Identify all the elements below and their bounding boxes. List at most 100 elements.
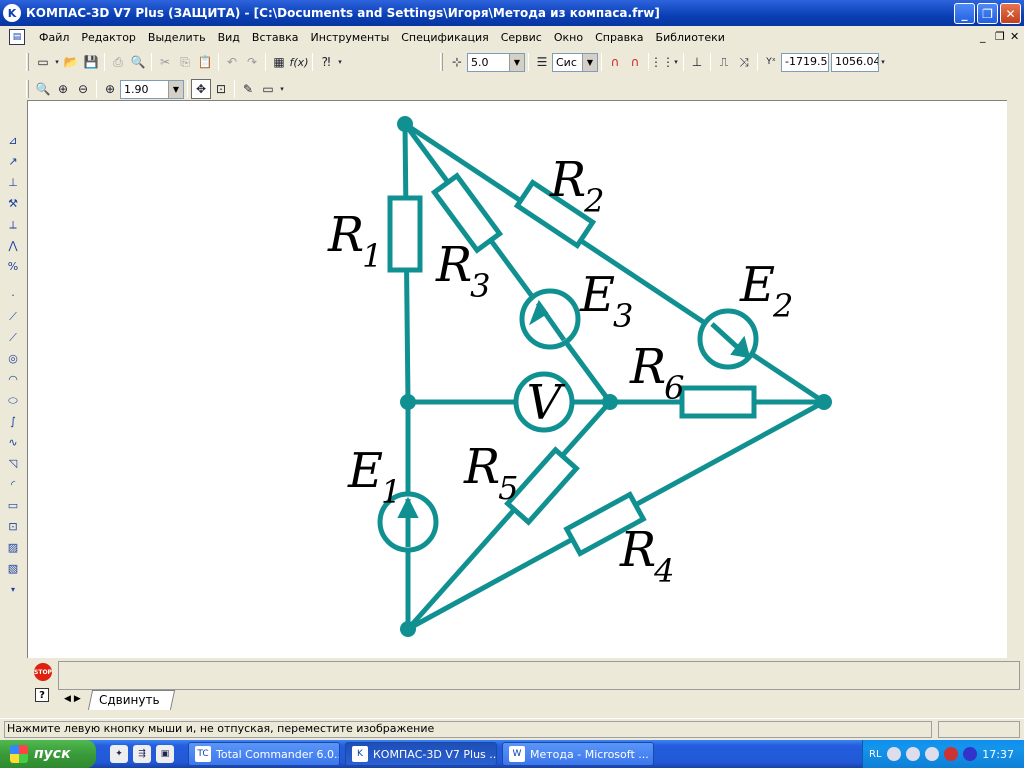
zoom-select[interactable]: 1.90 ▼ (120, 79, 184, 99)
edit-tool-icon[interactable]: ⚒ (3, 193, 23, 214)
symbol-tool-icon[interactable]: ⊥ (3, 172, 23, 193)
select-tool-icon[interactable]: % (3, 256, 23, 277)
tray-network-icon[interactable] (905, 747, 920, 761)
mdi-restore-button[interactable]: ❐ (995, 30, 1005, 43)
help-dropdown-icon[interactable]: ▾ (336, 52, 344, 72)
zoom-in-icon[interactable]: ⊕ (53, 79, 73, 99)
function-icon[interactable]: f(x) (289, 52, 309, 72)
zoom-out-icon[interactable]: ⊖ (73, 79, 93, 99)
new-dropdown-icon[interactable]: ▾ (53, 52, 61, 72)
paste-icon[interactable]: 📋 (195, 52, 215, 72)
point-tool-icon[interactable]: · (3, 285, 23, 306)
tray-arrow-icon[interactable] (886, 747, 901, 761)
redo-icon[interactable]: ↷ (242, 52, 262, 72)
properties-icon[interactable]: ▦ (269, 52, 289, 72)
menu-specification[interactable]: Спецификация (395, 31, 494, 44)
chevron-down-icon[interactable]: ▼ (168, 80, 183, 98)
new-document-icon[interactable]: ▭ (33, 52, 53, 72)
quicklaunch-runner-icon[interactable]: ✦ (110, 745, 128, 763)
open-folder-icon[interactable]: 📂 (61, 52, 81, 72)
help-icon[interactable]: ? (35, 688, 49, 702)
arc-tool-icon[interactable]: ◠ (3, 369, 23, 390)
menu-file[interactable]: Файл (33, 31, 75, 44)
document-icon[interactable]: ▤ (9, 29, 25, 45)
parametrize-tool-icon[interactable]: ⟂ (3, 214, 23, 235)
chevron-down-icon[interactable]: ▼ (582, 53, 597, 71)
ellipse-tool-icon[interactable]: ⬭ (3, 390, 23, 411)
toolbar-grip[interactable] (26, 53, 29, 71)
taskbar-button-word[interactable]: W Метода - Microsoft ... (502, 742, 654, 766)
vertical-scrollbar[interactable] (1007, 100, 1024, 658)
toolbar-grip[interactable] (440, 53, 443, 71)
menu-service[interactable]: Сервис (495, 31, 548, 44)
menu-editor[interactable]: Редактор (75, 31, 142, 44)
tab-scroll-arrows[interactable]: ◀▶ (64, 694, 84, 704)
palette-more-icon[interactable]: ▾ (3, 579, 23, 600)
snap-magnet-local-icon[interactable]: ∩ (625, 52, 645, 72)
kompas-logo-icon[interactable]: K (3, 4, 21, 22)
menu-insert[interactable]: Вставка (246, 31, 305, 44)
mdi-minimize-button[interactable]: _ (980, 30, 986, 43)
circle-tool-icon[interactable]: ◎ (3, 348, 23, 369)
fill-tool-icon[interactable]: ▧ (3, 558, 23, 579)
coords-dropdown-icon[interactable]: ▾ (879, 52, 887, 72)
stop-icon[interactable]: STOP (34, 663, 52, 681)
drawing-canvas[interactable]: R1 R2 R3 R4 R5 R6 E1 E2 E3 V (27, 100, 1020, 658)
round-icon[interactable]: ⤨ (734, 52, 754, 72)
bezier-tool-icon[interactable]: ∫ (3, 411, 23, 432)
maximize-button[interactable]: ❐ (977, 3, 998, 24)
style-select[interactable]: Сис ▼ (552, 52, 598, 72)
rectangle-tool-icon[interactable]: ▭ (3, 495, 23, 516)
contour-tool-icon[interactable]: ⊡ (3, 516, 23, 537)
dimension-tool-icon[interactable]: ↗ (3, 151, 23, 172)
coord-x-field[interactable]: -1719.5 (781, 52, 829, 72)
coord-y-field[interactable]: 1056.04 (831, 52, 879, 72)
auxiliary-line-icon[interactable]: ⟋ (3, 306, 23, 327)
pan-icon[interactable]: ✥ (191, 79, 211, 99)
taskbar-button-total-commander[interactable]: TC Total Commander 6.0... (188, 742, 340, 766)
step-select[interactable]: 5.0 ▼ (467, 52, 525, 72)
menu-help[interactable]: Справка (589, 31, 649, 44)
menu-libraries[interactable]: Библиотеки (650, 31, 731, 44)
tray-app-icon[interactable] (962, 747, 977, 761)
ortho-mode-icon[interactable]: ⎍ (714, 52, 734, 72)
title-bar[interactable]: K КОМПАС-3D V7 Plus (ЗАЩИТА) - [C:\Docum… (0, 0, 1024, 26)
measure-tool-icon[interactable]: ⋀ (3, 235, 23, 256)
menu-window[interactable]: Окно (548, 31, 589, 44)
tab-pan[interactable]: Сдвинуть (87, 690, 175, 710)
print-icon[interactable]: ⎙ (108, 52, 128, 72)
save-icon[interactable]: 💾 (81, 52, 101, 72)
hatch-tool-icon[interactable]: ▨ (3, 537, 23, 558)
display-dropdown-icon[interactable]: ▾ (278, 79, 286, 99)
cut-icon[interactable]: ✂ (155, 52, 175, 72)
fit-all-icon[interactable]: ⊡ (211, 79, 231, 99)
quicklaunch-app-icon[interactable]: ⇶ (133, 745, 151, 763)
mdi-close-button[interactable]: ✕ (1010, 30, 1019, 43)
grid-dropdown-icon[interactable]: ▾ (672, 52, 680, 72)
snap-magnet-icon[interactable]: ∩ (605, 52, 625, 72)
grid-icon[interactable]: ⋮⋮ (650, 52, 674, 72)
clock[interactable]: 17:37 (982, 748, 1014, 761)
zoom-window-icon[interactable]: 🔍 (33, 79, 53, 99)
cursor-step-icon[interactable]: ⊹ (447, 52, 467, 72)
toolbar-grip[interactable] (26, 80, 29, 98)
quicklaunch-save-icon[interactable]: ▣ (156, 745, 174, 763)
refresh-icon[interactable]: ✎ (238, 79, 258, 99)
taskbar-button-kompas[interactable]: K КОМПАС-3D V7 Plus ... (345, 742, 497, 766)
print-preview-icon[interactable]: 🔍 (128, 52, 148, 72)
polyline-tool-icon[interactable]: ∿ (3, 432, 23, 453)
chamfer-tool-icon[interactable]: ◹ (3, 453, 23, 474)
local-cs-icon[interactable]: ⊥ (687, 52, 707, 72)
start-button[interactable]: пуск (0, 740, 96, 768)
language-indicator[interactable]: RL (869, 749, 882, 760)
copy-icon[interactable]: ⎘ (175, 52, 195, 72)
display-mode-icon[interactable]: ▭ (258, 79, 278, 99)
tray-security-icon[interactable] (943, 747, 958, 761)
menu-select[interactable]: Выделить (142, 31, 212, 44)
close-button[interactable]: ✕ (1000, 3, 1021, 24)
segment-tool-icon[interactable]: ⟋ (3, 327, 23, 348)
minimize-button[interactable]: _ (954, 3, 975, 24)
menu-view[interactable]: Вид (212, 31, 246, 44)
layers-icon[interactable]: ☰ (532, 52, 552, 72)
context-help-icon[interactable]: ⁈ (316, 52, 336, 72)
